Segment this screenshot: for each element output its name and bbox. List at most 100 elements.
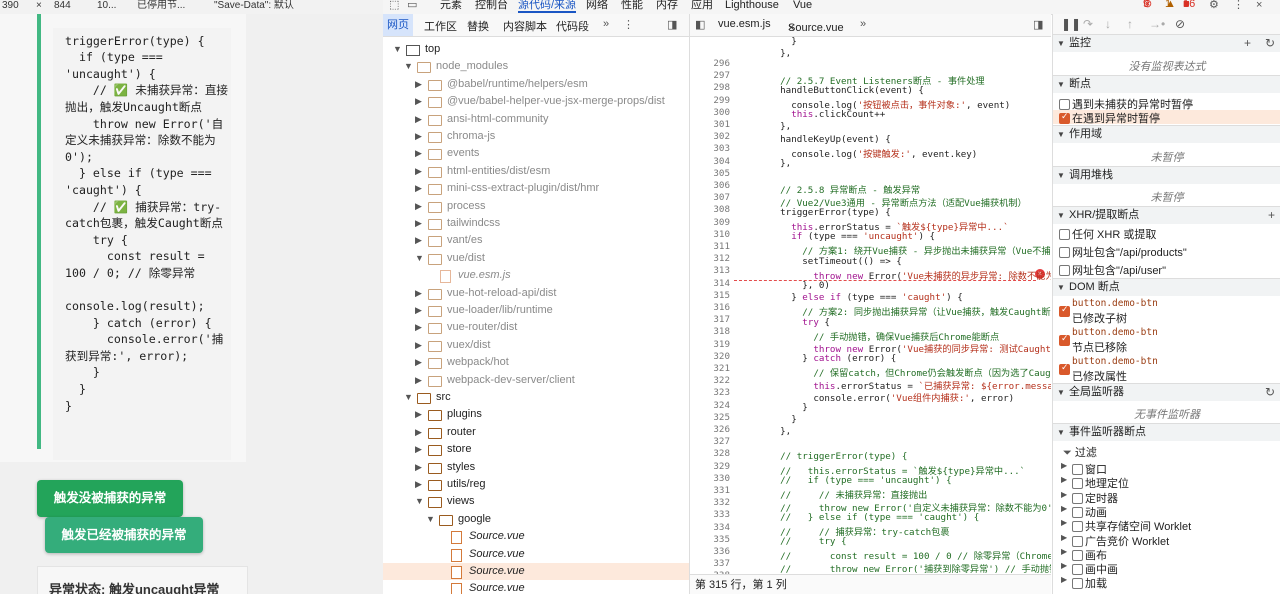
tree-folder[interactable]: ▶ @vue/babel-helper-vue-jsx-merge-props/d… — [383, 93, 689, 110]
chevron-right-icon[interactable]: ▶ — [415, 354, 422, 371]
tree-folder[interactable]: ▼ google — [383, 511, 689, 528]
tree-folder[interactable]: ▶ chroma-js — [383, 128, 689, 145]
toggle-navigator-icon[interactable]: ◧ — [695, 18, 705, 31]
tree-file[interactable]: Source.vue — [383, 580, 689, 594]
line-number[interactable]: 300 — [690, 107, 730, 118]
more-icon[interactable]: ⋮ — [623, 18, 634, 31]
chevron-right-icon[interactable]: ▶ — [415, 198, 422, 215]
tree-file[interactable]: vue.esm.js — [383, 267, 689, 284]
section-dom[interactable]: ▼ DOM 断点 — [1053, 278, 1280, 296]
tree-folder[interactable]: ▼ node_modules — [383, 58, 689, 75]
tab-application[interactable]: 应用 — [691, 0, 713, 11]
tab-overrides[interactable]: 替换 — [467, 18, 489, 34]
chevron-right-icon[interactable]: ▶ — [415, 232, 422, 249]
tree-folder[interactable]: ▶ plugins — [383, 406, 689, 423]
event-category-checkbox[interactable] — [1072, 578, 1083, 590]
refresh-icon[interactable]: ↻ — [1265, 384, 1275, 401]
device-width[interactable]: 390 — [2, 0, 19, 11]
chevron-right-icon[interactable]: ▶ — [415, 128, 422, 145]
line-number[interactable]: 308 — [690, 204, 730, 215]
step-out-icon[interactable]: ↑ — [1127, 17, 1133, 31]
chevron-right-icon[interactable]: ▶ — [415, 319, 422, 336]
tree-file[interactable]: Source.vue — [383, 528, 689, 545]
chevron-right-icon[interactable]: ▶ — [415, 406, 422, 423]
chevron-right-icon[interactable]: ▶ — [1061, 518, 1067, 527]
tree-folder[interactable]: ▶ html-entities/dist/esm — [383, 163, 689, 180]
line-number[interactable]: 298 — [690, 82, 730, 93]
tree-folder[interactable]: ▶ events — [383, 145, 689, 162]
tree-folder[interactable]: ▶ styles — [383, 459, 689, 476]
chevron-right-icon[interactable]: ▶ — [1061, 561, 1067, 570]
line-number[interactable]: 319 — [690, 339, 730, 350]
chevron-right-icon[interactable]: ▶ — [415, 163, 422, 180]
line-number[interactable]: 310 — [690, 229, 730, 240]
chevron-right-icon[interactable]: ▶ — [415, 441, 422, 458]
chevron-right-icon[interactable]: ▶ — [1061, 533, 1067, 542]
tree-folder[interactable]: ▶ process — [383, 198, 689, 215]
event-category-checkbox[interactable] — [1072, 564, 1083, 576]
chevron-right-icon[interactable]: ▶ — [415, 302, 422, 319]
line-number[interactable]: 331 — [690, 485, 730, 496]
tree-folder[interactable]: ▶ ansi-html-community — [383, 111, 689, 128]
toggle-sidebar-icon[interactable]: ◨ — [667, 18, 677, 31]
line-number[interactable]: 314 — [690, 278, 730, 289]
chevron-right-icon[interactable]: ▶ — [1061, 461, 1067, 470]
xhr-breakpoint-checkbox[interactable] — [1059, 247, 1070, 258]
line-number[interactable]: 304 — [690, 156, 730, 167]
tree-folder[interactable]: ▼ src — [383, 389, 689, 406]
tree-folder[interactable]: ▶ mini-css-extract-plugin/dist/hmr — [383, 180, 689, 197]
chevron-right-icon[interactable]: ▶ — [415, 180, 422, 197]
tree-folder[interactable]: ▶ vue-router/dist — [383, 319, 689, 336]
chevron-right-icon[interactable]: ▶ — [415, 424, 422, 441]
save-data-select[interactable]: "Save-Data": 默认 — [214, 0, 294, 11]
tree-folder[interactable]: ▶ vue-hot-reload-api/dist — [383, 285, 689, 302]
tree-folder[interactable]: ▶ store — [383, 441, 689, 458]
tab-snippets[interactable]: 代码段 — [556, 18, 589, 34]
line-number[interactable]: 303 — [690, 143, 730, 154]
step-over-icon[interactable]: ↷ — [1083, 17, 1093, 31]
line-number[interactable]: 322 — [690, 375, 730, 386]
more-tabs-icon[interactable]: » — [860, 18, 866, 30]
tab-workspace[interactable]: 工作区 — [424, 18, 457, 34]
trigger-uncaught-button[interactable]: 触发没被捕获的异常 — [37, 480, 183, 517]
chevron-down-icon[interactable]: ▼ — [415, 493, 424, 510]
line-number[interactable]: 296 — [690, 58, 730, 69]
tree-file[interactable]: Source.vue — [383, 563, 689, 580]
tab-lighthouse[interactable]: Lighthouse — [725, 0, 779, 11]
trigger-caught-button[interactable]: 触发已经被捕获的异常 — [45, 517, 203, 553]
line-number[interactable]: 297 — [690, 70, 730, 81]
line-number[interactable]: 333 — [690, 509, 730, 520]
line-number[interactable]: 317 — [690, 314, 730, 325]
pause-icon[interactable]: ❚❚ — [1061, 17, 1081, 31]
toggle-debugger-icon[interactable]: ◨ — [1033, 18, 1043, 31]
more-tabs-icon[interactable]: » — [603, 18, 609, 30]
event-category-checkbox[interactable] — [1072, 478, 1083, 490]
line-number[interactable]: 334 — [690, 522, 730, 533]
chevron-right-icon[interactable]: ▶ — [415, 145, 422, 162]
tab-vue[interactable]: Vue — [793, 0, 812, 11]
line-number[interactable]: 320 — [690, 351, 730, 362]
chevron-right-icon[interactable]: ▶ — [1061, 504, 1067, 513]
section-breakpoints[interactable]: ▼ 断点 — [1053, 75, 1280, 93]
tree-folder[interactable]: ▶ vant/es — [383, 232, 689, 249]
xhr-breakpoint-label[interactable]: 任何 XHR 或提取 — [1072, 226, 1156, 242]
line-number[interactable]: 302 — [690, 131, 730, 142]
xhr-breakpoint-label[interactable]: 网址包含"/api/products" — [1072, 244, 1187, 260]
tab-elements[interactable]: 元素 — [440, 0, 462, 11]
close-tab-icon[interactable]: × — [788, 22, 794, 34]
section-xhr[interactable]: ▼ XHR/提取断点 + — [1053, 206, 1280, 224]
tree-folder[interactable]: ▼ views — [383, 493, 689, 510]
xhr-breakpoint-checkbox[interactable] — [1059, 229, 1070, 240]
throttle-select[interactable]: 已停用节... — [137, 0, 185, 11]
inspect-icon[interactable]: ⬚ — [389, 0, 399, 11]
chevron-down-icon[interactable]: ▼ — [426, 511, 435, 528]
section-event-listeners[interactable]: ▼ 事件监听器断点 — [1053, 423, 1280, 441]
chevron-right-icon[interactable]: ▶ — [415, 111, 422, 128]
line-number[interactable]: 321 — [690, 363, 730, 374]
chevron-right-icon[interactable]: ▶ — [415, 372, 422, 389]
line-number[interactable]: 299 — [690, 95, 730, 106]
chevron-right-icon[interactable]: ▶ — [415, 337, 422, 354]
chevron-right-icon[interactable]: ▶ — [1061, 490, 1067, 499]
event-category-checkbox[interactable] — [1072, 549, 1083, 561]
dom-breakpoint-checkbox[interactable] — [1059, 333, 1070, 346]
